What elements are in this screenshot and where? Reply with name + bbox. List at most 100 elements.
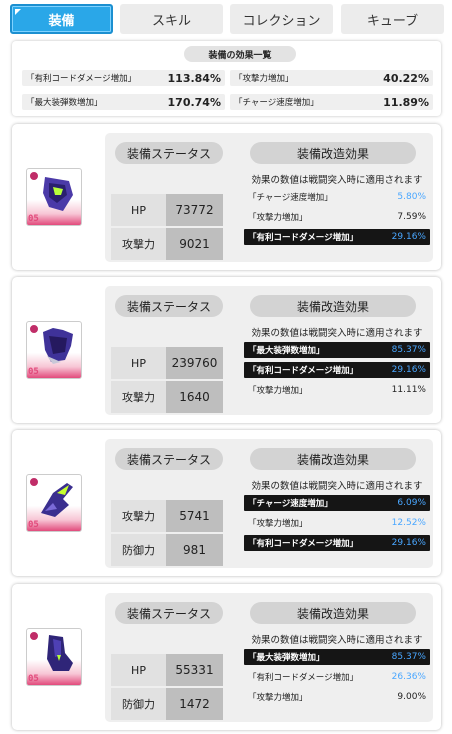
status-header: 装備ステータス (115, 295, 223, 317)
stat-row: 防御力 981 (111, 534, 223, 566)
equipment-thumbnail[interactable]: 05 (26, 321, 82, 379)
effect-name: 「攻撃力増加」 (248, 693, 308, 703)
summary-row: 「チャージ速度増加」 11.89% (230, 94, 433, 110)
stat-value: 5741 (166, 500, 223, 532)
boots-gear-icon (47, 635, 73, 671)
stat-label: 攻撃力 (111, 228, 166, 260)
tab-label: キューブ (366, 13, 419, 29)
effect-value: 29.16% (391, 232, 426, 242)
equipment-level: 05 (28, 367, 39, 377)
effect-value: 11.11% (391, 385, 426, 395)
effect-note: 効果の数値は戦闘突入時に適用されます (251, 175, 423, 186)
stat-label: 防御力 (111, 688, 166, 720)
status-header: 装備ステータス (115, 142, 223, 164)
effect-row-highlighted: 「有利コードダメージ増加」 29.16% (244, 535, 430, 551)
effect-note: 効果の数値は戦闘突入時に適用されます (251, 481, 423, 492)
summary-row: 「有利コードダメージ増加」 113.84% (22, 70, 225, 86)
equipment-thumbnail[interactable]: 05 (26, 474, 82, 532)
effect-note: 効果の数値は戦闘突入時に適用されます (251, 635, 423, 646)
stat-row: 攻撃力 5741 (111, 500, 223, 532)
stat-label: HP (111, 654, 166, 686)
effect-name: 「チャージ速度増加」 (248, 499, 333, 509)
stat-value: 73772 (166, 194, 223, 226)
effect-row: 「チャージ速度増加」 5.80% (244, 189, 430, 205)
stat-row: HP 73772 (111, 194, 223, 226)
effect-name: 「有利コードダメージ増加」 (248, 366, 359, 376)
summary-row-value: 11.89% (383, 95, 429, 109)
equipment-level: 05 (28, 214, 39, 224)
effect-row: 「攻撃力増加」 9.00% (244, 689, 430, 705)
effect-value: 85.37% (391, 345, 426, 355)
equipment-card: 05 装備ステータス 装備改造効果 HP 239760 攻撃力 1640 効果の… (12, 277, 441, 423)
effect-name: 「攻撃力増加」 (248, 213, 308, 223)
effect-name: 「有利コードダメージ増加」 (248, 233, 359, 243)
summary-title: 装備の効果一覧 (184, 46, 296, 62)
stat-label: HP (111, 347, 166, 379)
effect-value: 7.59% (397, 212, 426, 222)
equipment-level: 05 (28, 674, 39, 684)
effect-name: 「有利コードダメージ増加」 (248, 673, 359, 683)
class-badge-icon (29, 171, 39, 181)
modification-header: 装備改造効果 (250, 295, 416, 317)
stat-value: 55331 (166, 654, 223, 686)
tab-skill[interactable]: スキル (120, 4, 223, 34)
equipment-thumbnail[interactable]: 05 (26, 168, 82, 226)
stat-label: HP (111, 194, 166, 226)
status-header: 装備ステータス (115, 448, 223, 470)
summary-row-value: 170.74% (167, 95, 221, 109)
tab-equipment[interactable]: 装備 (10, 4, 113, 34)
stat-label: 攻撃力 (111, 500, 166, 532)
modification-header: 装備改造効果 (250, 142, 416, 164)
stat-value: 9021 (166, 228, 223, 260)
equipment-card: 05 装備ステータス 装備改造効果 HP 55331 防御力 1472 効果の数… (12, 584, 441, 730)
summary-row-name: 「攻撃力増加」 (234, 74, 294, 84)
effect-row: 「有利コードダメージ増加」 26.36% (244, 669, 430, 685)
effect-row-highlighted: 「有利コードダメージ増加」 29.16% (244, 229, 430, 245)
class-badge-icon (29, 631, 39, 641)
effect-note: 効果の数値は戦闘突入時に適用されます (251, 328, 423, 339)
class-badge-icon (29, 324, 39, 334)
effect-row-highlighted: 「チャージ速度増加」 6.09% (244, 495, 430, 511)
stat-label: 防御力 (111, 534, 166, 566)
stat-row: HP 55331 (111, 654, 223, 686)
modification-header: 装備改造効果 (250, 448, 416, 470)
summary-row-name: 「最大装弾数増加」 (26, 98, 103, 108)
summary-row-value: 40.22% (383, 71, 429, 85)
status-header: 装備ステータス (115, 602, 223, 624)
effect-row: 「攻撃力増加」 12.52% (244, 515, 430, 531)
effect-value: 6.09% (397, 498, 426, 508)
effect-value: 9.00% (397, 692, 426, 702)
equipment-thumbnail[interactable]: 05 (26, 628, 82, 686)
tab-label: スキル (151, 13, 191, 29)
effect-row-highlighted: 「有利コードダメージ増加」 29.16% (244, 362, 430, 378)
modification-header: 装備改造効果 (250, 602, 416, 624)
effect-row-highlighted: 「最大装弾数増加」 85.37% (244, 649, 430, 665)
effect-row: 「攻撃力増加」 11.11% (244, 382, 430, 398)
equipment-card: 05 装備ステータス 装備改造効果 HP 73772 攻撃力 9021 効果の数… (12, 124, 441, 270)
tab-cube[interactable]: キューブ (341, 4, 444, 34)
effect-value: 29.16% (391, 365, 426, 375)
stat-value: 239760 (166, 347, 223, 379)
equipment-detail-panel: 装備ステータス 装備改造効果 攻撃力 5741 防御力 981 効果の数値は戦闘… (105, 439, 433, 568)
effect-name: 「チャージ速度増加」 (248, 193, 333, 203)
tab-collection[interactable]: コレクション (230, 4, 333, 34)
effect-value: 85.37% (391, 652, 426, 662)
stat-value: 1640 (166, 381, 223, 413)
effect-name: 「最大装弾数増加」 (248, 653, 325, 663)
equipment-detail-panel: 装備ステータス 装備改造効果 HP 73772 攻撃力 9021 効果の数値は戦… (105, 133, 433, 262)
effect-value: 12.52% (391, 518, 426, 528)
effect-row-highlighted: 「最大装弾数増加」 85.37% (244, 342, 430, 358)
stat-row: 攻撃力 1640 (111, 381, 223, 413)
equipment-level: 05 (28, 520, 39, 530)
stat-value: 1472 (166, 688, 223, 720)
effect-value: 5.80% (397, 192, 426, 202)
equipment-detail-panel: 装備ステータス 装備改造効果 HP 239760 攻撃力 1640 効果の数値は… (105, 286, 433, 415)
tab-corner-marker (15, 9, 21, 15)
armor-gear-icon (43, 328, 73, 364)
effect-value: 26.36% (391, 672, 426, 682)
effect-name: 「最大装弾数増加」 (248, 346, 325, 356)
equipment-detail-panel: 装備ステータス 装備改造効果 HP 55331 防御力 1472 効果の数値は戦… (105, 593, 433, 722)
class-badge-icon (29, 477, 39, 487)
gauntlet-gear-icon (41, 483, 73, 517)
effect-name: 「攻撃力増加」 (248, 519, 308, 529)
